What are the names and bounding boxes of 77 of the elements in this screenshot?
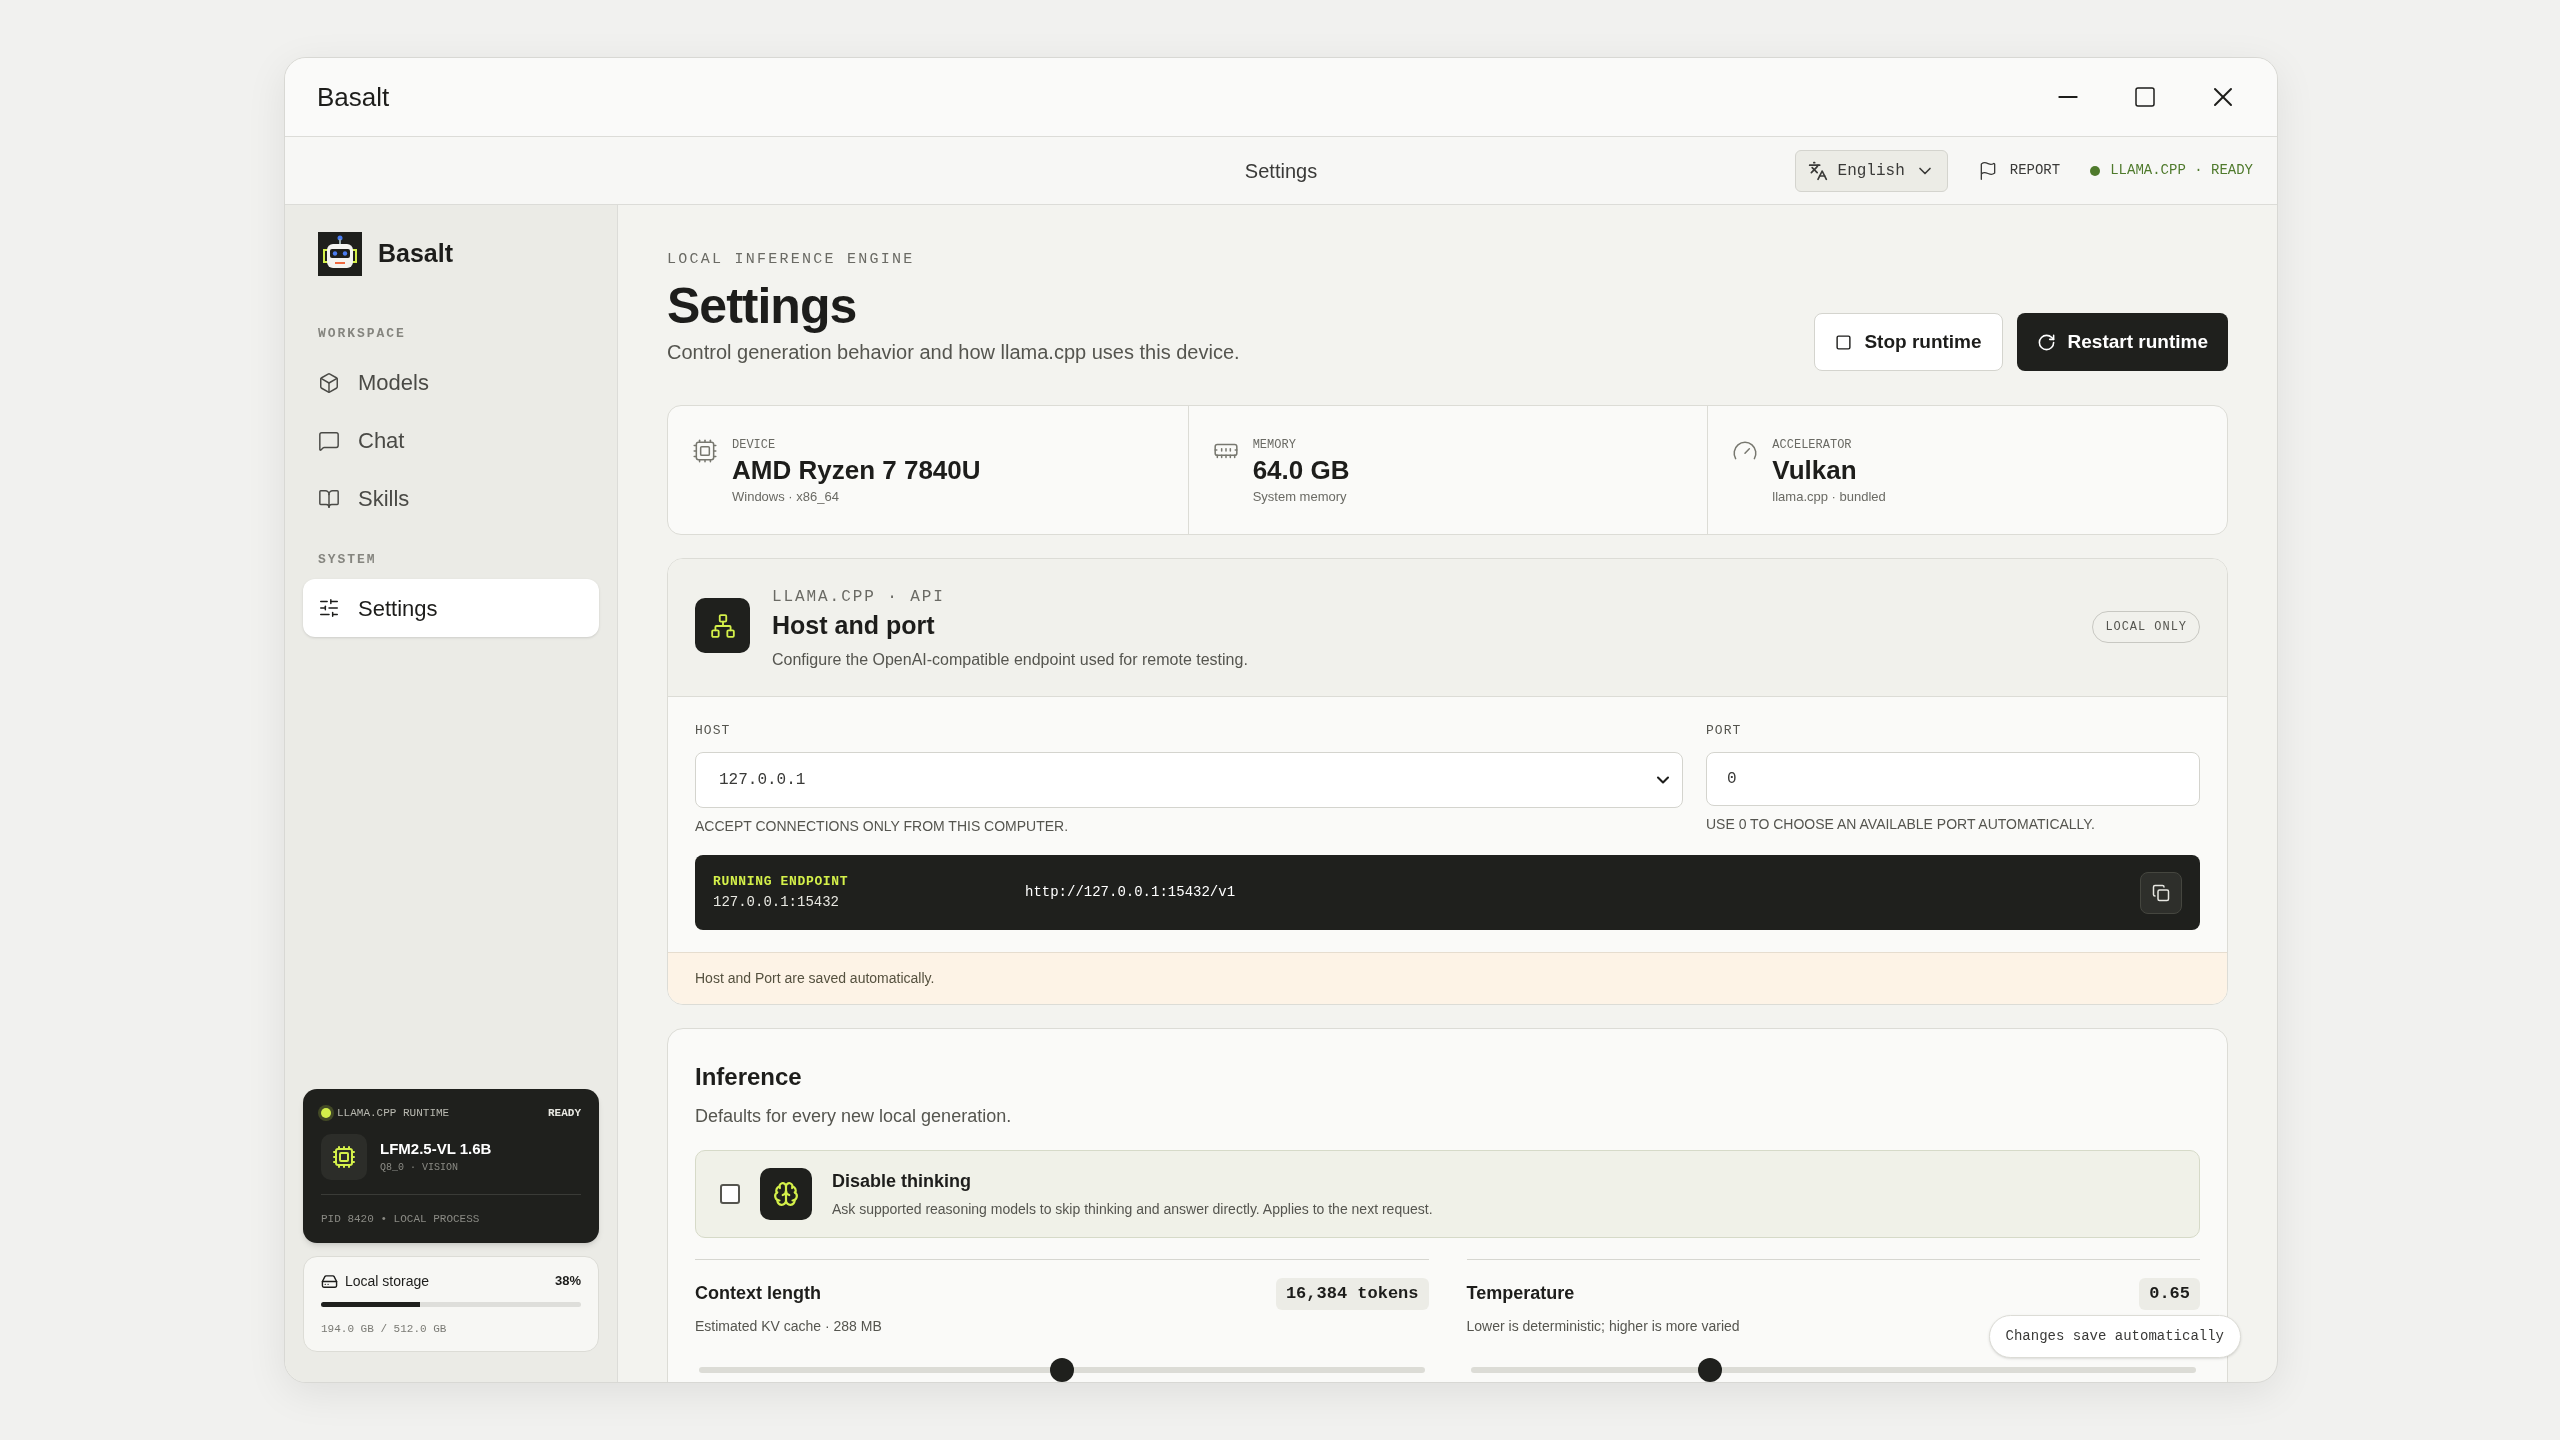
model-name: LFM2.5-VL 1.6B [380, 1138, 492, 1159]
host-select[interactable]: 127.0.0.1 [695, 752, 1683, 808]
slider-label: Context length [695, 1282, 821, 1306]
host-label: HOST [695, 721, 732, 740]
slider-reading: 0.65 [2139, 1278, 2200, 1310]
nav-item[interactable]: Models [303, 353, 599, 412]
storage-percent: 38% [554, 1272, 581, 1291]
autosave-toast: Changes save automatically [1988, 1315, 2241, 1358]
inference-description: Defaults for every new local generation. [695, 1105, 1013, 1128]
thinking-checkbox[interactable] [720, 1184, 740, 1204]
window-title: Basalt [317, 80, 390, 114]
report-button[interactable]: REPORT [1977, 160, 2061, 181]
maximize-icon[interactable] [2133, 85, 2157, 109]
slider-thumb[interactable] [1697, 1357, 1722, 1382]
refresh-icon [2036, 332, 2056, 352]
slider-label: Temperature [1466, 1282, 1575, 1306]
process-info: PID 8420 • LOCAL PROCESS [321, 1212, 480, 1225]
drive-icon [321, 1272, 338, 1290]
stat-detail: llama.cpp · bundled [1772, 487, 1886, 506]
thinking-label: Disable thinking [832, 1170, 973, 1193]
storage-usage: 194.0 GB / 512.0 GB [321, 1321, 448, 1337]
chat-bubble-icon [318, 429, 340, 452]
nav-item[interactable]: Chat [303, 411, 599, 470]
stat-value: Vulkan [1772, 454, 1858, 487]
slider-reading: 16,384 tokens [1275, 1278, 1429, 1310]
autosave-note: Host and Port are saved automatically. [668, 952, 2227, 1004]
host-hint: ACCEPT CONNECTIONS ONLY FROM THIS COMPUTER. [695, 817, 1070, 836]
sliders-icon [318, 597, 340, 619]
brand-name: Basalt [378, 238, 454, 270]
chip-icon [332, 1144, 356, 1169]
copy-button[interactable] [2140, 871, 2182, 914]
cube-icon [318, 371, 340, 394]
thinking-description: Ask supported reasoning models to skip thinking and answer directly. Applies to the next request. [832, 1200, 1433, 1219]
stat-value: 64.0 GB [1252, 454, 1350, 487]
runtime-status: LLAMA.CPP · READY [2110, 161, 2253, 180]
page-title: Settings [667, 277, 858, 335]
port-label: PORT [1706, 721, 1743, 740]
stat-detail: Windows · x86_64 [732, 487, 840, 506]
runtime-status: READY [548, 1106, 581, 1121]
endpoint-address: 127.0.0.1:15432 [713, 892, 841, 912]
restart-runtime-button[interactable]: Restart runtime [2016, 313, 2228, 371]
stat-label: ACCELERATOR [1772, 437, 1853, 454]
page-eyebrow: LOCAL INFERENCE ENGINE [667, 250, 916, 270]
stat-label: MEMORY [1252, 437, 1297, 454]
nav-item[interactable]: Settings [303, 579, 599, 637]
section-label: WORKSPACE [317, 325, 407, 343]
endpoint-url: http://127.0.0.1:15432/v1 [1025, 883, 1237, 902]
slider-detail: Lower is deterministic; higher is more varied [1466, 1316, 1740, 1336]
language-select[interactable]: English [1794, 149, 1948, 192]
stat-value: AMD Ryzen 7 7840U [732, 454, 981, 487]
storage-label: Local storage [345, 1271, 430, 1291]
header-title: Settings [1244, 158, 1318, 184]
panel-description: Configure the OpenAI-compatible endpoint used for remote testing. [772, 649, 1248, 670]
stat-label: DEVICE [732, 437, 777, 454]
panel-eyebrow: LLAMA.CPP · API [772, 587, 946, 608]
panel-title: Host and port [772, 610, 936, 641]
translate-icon [1807, 160, 1828, 181]
endpoint-label: RUNNING ENDPOINT [713, 873, 850, 892]
runtime-label: LLAMA.CPP RUNTIME [337, 1106, 450, 1121]
inference-title: Inference [695, 1062, 803, 1092]
stop-icon [1835, 333, 1853, 351]
slider-thumb[interactable] [1049, 1357, 1074, 1382]
book-icon [318, 487, 340, 510]
port-hint: USE 0 TO CHOOSE AN AVAILABLE PORT AUTOMATICALLY. [1706, 815, 2096, 834]
stop-runtime-button[interactable]: Stop runtime [1814, 313, 2003, 371]
robot-logo-icon [318, 232, 362, 276]
section-label: SYSTEM [317, 550, 378, 569]
model-meta: Q8_0 · VISION [380, 1161, 459, 1176]
stat-detail: System memory [1252, 487, 1348, 506]
slider-detail: Estimated KV cache · 288 MB [695, 1316, 882, 1336]
brain-icon [773, 1181, 799, 1207]
port-field[interactable]: 0 [1706, 752, 2200, 806]
nav-item[interactable]: Skills [303, 469, 599, 528]
chip-icon [692, 438, 718, 464]
network-icon [709, 612, 736, 639]
page-description: Control generation behavior and how llama.cpp uses this device. [667, 340, 1240, 365]
copy-icon [2152, 883, 2170, 902]
